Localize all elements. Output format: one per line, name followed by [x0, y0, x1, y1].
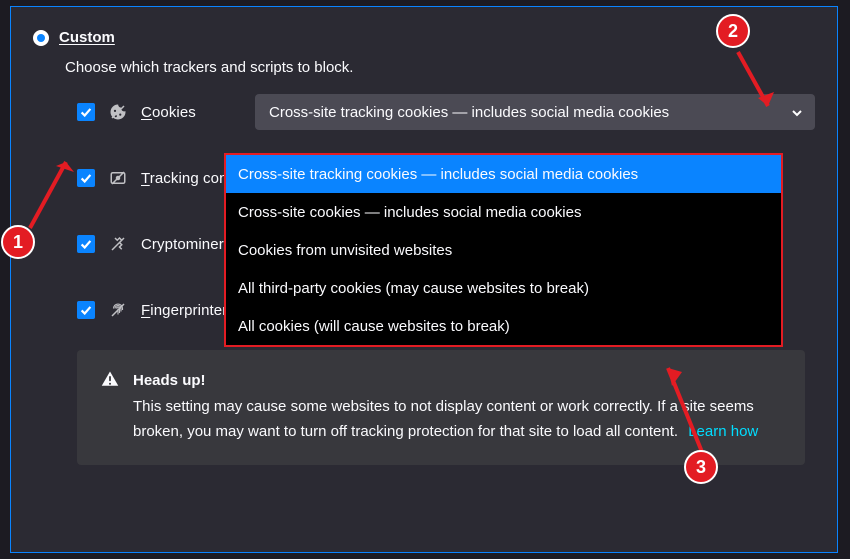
radio-custom[interactable] — [33, 30, 49, 46]
annotation-badge-2: 2 — [716, 14, 750, 48]
dropdown-item[interactable]: Cross-site cookies — includes social med… — [226, 193, 781, 231]
panel-subtitle: Choose which trackers and scripts to blo… — [65, 59, 815, 76]
fingerprint-icon — [109, 301, 127, 319]
annotation-badge-1: 1 — [1, 225, 35, 259]
row-cookies: Cookies Cross-site tracking cookies — in… — [77, 94, 815, 130]
cookies-select-value: Cross-site tracking cookies — includes s… — [269, 104, 669, 121]
tracking-icon — [109, 169, 127, 187]
checkbox-fingerprint[interactable] — [77, 301, 95, 319]
annotation-arrow-1 — [22, 144, 82, 234]
checkbox-cookies[interactable] — [77, 103, 95, 121]
cookies-dropdown: Cross-site tracking cookies — includes s… — [224, 153, 783, 347]
checkbox-crypto[interactable] — [77, 235, 95, 253]
cookie-icon — [109, 103, 127, 121]
dropdown-item[interactable]: Cross-site tracking cookies — includes s… — [226, 155, 781, 193]
chevron-down-icon — [791, 106, 803, 118]
radio-row-custom[interactable]: Custom — [33, 29, 815, 46]
warning-icon — [101, 370, 119, 388]
radio-custom-label: Custom — [59, 29, 115, 46]
annotation-arrow-2 — [728, 46, 788, 126]
annotation-badge-3: 3 — [684, 450, 718, 484]
label-fingerprint: Fingerprinters — [141, 302, 235, 319]
dropdown-item[interactable]: All third-party cookies (may cause websi… — [226, 269, 781, 307]
crypto-icon — [109, 235, 127, 253]
label-crypto: Cryptominers — [141, 236, 231, 253]
label-cookies: Cookies — [141, 104, 196, 121]
dropdown-item[interactable]: All cookies (will cause websites to brea… — [226, 307, 781, 345]
annotation-arrow-3 — [652, 352, 722, 462]
dropdown-item[interactable]: Cookies from unvisited websites — [226, 231, 781, 269]
